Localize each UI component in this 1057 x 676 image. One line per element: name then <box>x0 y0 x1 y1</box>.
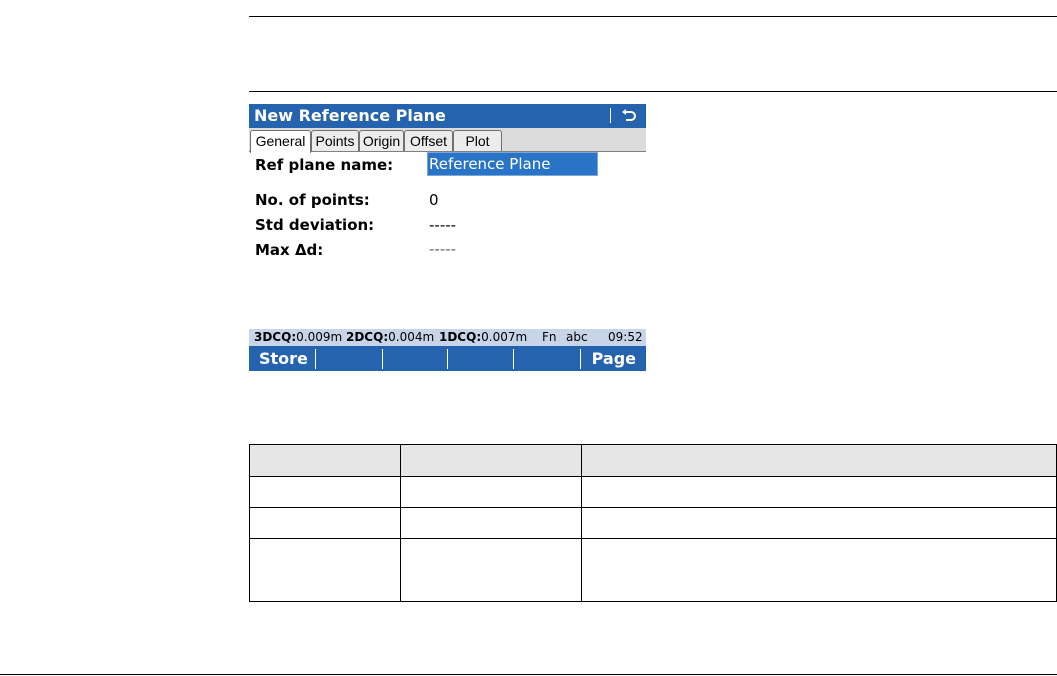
store-softkey[interactable]: Store <box>249 346 315 371</box>
footer-rule <box>0 674 1057 675</box>
table-cell <box>581 538 1057 602</box>
ref-plane-name-input[interactable]: Reference Plane <box>427 152 598 176</box>
table-row <box>249 538 1057 602</box>
title-bar: New Reference Plane <box>249 104 646 128</box>
table-cell <box>400 538 582 602</box>
std-deviation-label: Std deviation: <box>255 216 375 234</box>
status-1dcq-label: 1DCQ: <box>439 330 482 344</box>
page-softkey[interactable]: Page <box>581 346 646 371</box>
clock: 09:52 <box>608 330 643 344</box>
table-cell <box>249 476 401 508</box>
tab-points[interactable]: Points <box>311 130 359 151</box>
back-button[interactable] <box>615 105 643 127</box>
status-3dcq-label: 3DCQ: <box>254 330 297 344</box>
tab-bar: General Points Origin Offset Plot <box>249 128 646 153</box>
status-3dcq-value: 0.009m <box>296 330 343 344</box>
table-header-cell <box>249 444 401 477</box>
table-cell <box>400 507 582 539</box>
description-table <box>249 444 1057 602</box>
table-row <box>249 476 1057 508</box>
no-of-points-value: 0 <box>429 191 439 209</box>
no-of-points-label: No. of points: <box>255 191 370 209</box>
table-cell <box>581 476 1057 508</box>
softkey-f2[interactable] <box>316 346 382 371</box>
ref-plane-name-label: Ref plane name: <box>255 156 394 174</box>
std-deviation-value: ----- <box>429 216 457 234</box>
tab-offset[interactable]: Offset <box>404 130 453 151</box>
table-row <box>249 507 1057 539</box>
status-1dcq: 1DCQ:0.007m <box>439 329 527 346</box>
status-3dcq: 3DCQ:0.009m <box>254 329 342 346</box>
screen-title: New Reference Plane <box>254 106 446 125</box>
manual-page: New Reference Plane General Points Origi… <box>0 0 1057 676</box>
softkey-f3[interactable] <box>383 346 449 371</box>
softkey-bar: Store Page <box>249 346 646 371</box>
back-arrow-icon <box>622 109 636 121</box>
table-cell <box>249 538 401 602</box>
table-cell <box>400 476 582 508</box>
fn-indicator: Fn <box>542 330 557 344</box>
title-separator <box>610 108 611 123</box>
softkey-f4[interactable] <box>448 346 514 371</box>
table-cell <box>581 507 1057 539</box>
status-2dcq: 2DCQ:0.004m <box>346 329 434 346</box>
softkey-f5[interactable] <box>514 346 580 371</box>
status-2dcq-label: 2DCQ: <box>346 330 389 344</box>
header-rule <box>249 16 1057 17</box>
device-screen: New Reference Plane General Points Origi… <box>249 104 646 371</box>
input-mode-indicator: abc <box>566 330 588 344</box>
max-delta-d-value: ----- <box>429 240 457 258</box>
table-header-cell <box>581 444 1057 477</box>
tab-plot[interactable]: Plot <box>453 130 502 151</box>
status-1dcq-value: 0.007m <box>481 330 528 344</box>
tab-general[interactable]: General <box>250 130 311 153</box>
section-rule <box>249 91 1057 92</box>
max-delta-d-label: Max Δd: <box>255 241 324 259</box>
tab-origin[interactable]: Origin <box>359 130 404 151</box>
status-2dcq-value: 0.004m <box>388 330 435 344</box>
table-cell <box>249 507 401 539</box>
status-bar: 3DCQ:0.009m 2DCQ:0.004m 1DCQ:0.007m Fn a… <box>249 329 646 346</box>
table-header-row <box>249 444 1057 477</box>
table-header-cell <box>400 444 582 477</box>
